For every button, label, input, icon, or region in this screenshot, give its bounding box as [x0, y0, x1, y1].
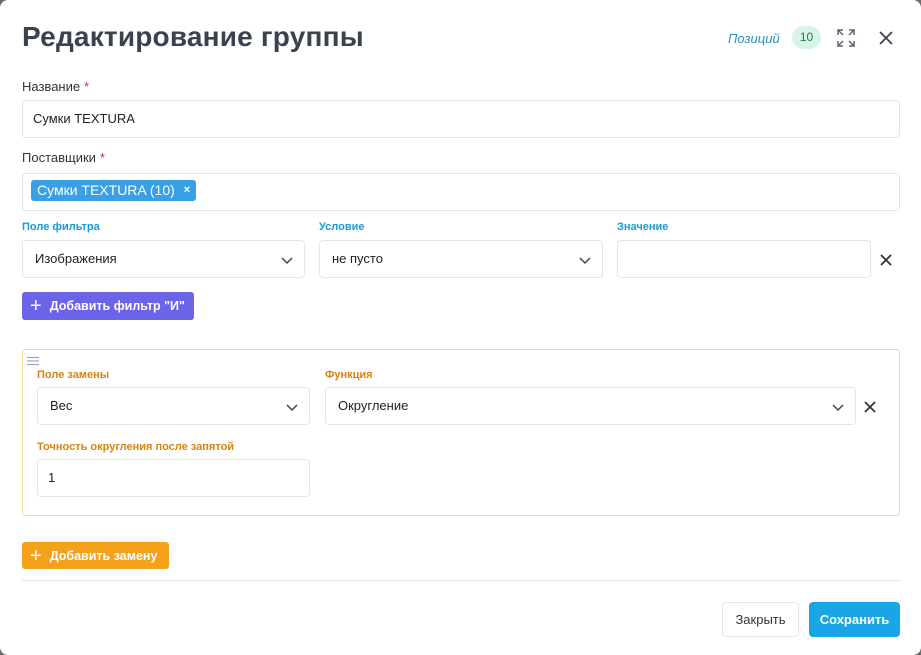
- filter-field-value: Изображения: [35, 251, 117, 266]
- replace-field-label: Поле замены: [37, 369, 110, 381]
- condition-select[interactable]: не пусто: [319, 240, 603, 278]
- positions-label: Позиций: [728, 31, 780, 46]
- required-mark: *: [84, 79, 90, 94]
- drag-handle-icon[interactable]: [27, 353, 39, 366]
- close-icon[interactable]: [876, 28, 896, 48]
- plus-icon: +: [30, 295, 42, 317]
- filter-value-input[interactable]: [617, 240, 871, 278]
- name-input[interactable]: Сумки TEXTURA: [22, 100, 900, 138]
- chevron-down-icon: [579, 257, 591, 265]
- precision-label: Точность округления после запятой: [37, 441, 235, 453]
- add-replacement-label: Добавить замену: [49, 548, 158, 563]
- positions-count-badge: 10: [792, 26, 821, 49]
- function-value: Округление: [338, 398, 409, 413]
- add-replacement-button[interactable]: + Добавить замену: [22, 542, 169, 569]
- supplier-tag: Сумки TEXTURA (10) ×: [31, 180, 197, 201]
- remove-filter-icon[interactable]: [878, 252, 894, 268]
- precision-input[interactable]: 1: [37, 459, 310, 497]
- required-mark: *: [99, 150, 105, 165]
- function-label: Функция: [325, 369, 373, 381]
- footer-divider: [22, 580, 900, 581]
- tag-remove-icon[interactable]: ×: [184, 180, 190, 201]
- name-label-text: Название: [22, 79, 81, 94]
- value-label: Значение: [617, 221, 669, 233]
- name-label: Название *: [22, 79, 89, 94]
- remove-replacement-icon[interactable]: [862, 399, 878, 415]
- condition-label: Условие: [319, 221, 365, 233]
- close-button[interactable]: Закрыть: [722, 602, 799, 637]
- edit-group-modal: Редактирование группы Позиций 10 Названи…: [0, 0, 921, 655]
- suppliers-label: Поставщики *: [22, 150, 105, 165]
- chevron-down-icon: [832, 404, 844, 412]
- suppliers-label-text: Поставщики: [22, 150, 96, 165]
- expand-icon[interactable]: [836, 28, 856, 48]
- condition-value: не пусто: [332, 251, 383, 266]
- supplier-tag-label: Сумки TEXTURA (10): [37, 182, 175, 198]
- chevron-down-icon: [281, 257, 293, 265]
- replace-field-select[interactable]: Вес: [37, 387, 310, 425]
- add-filter-button[interactable]: + Добавить фильтр "И": [22, 292, 194, 320]
- plus-icon: +: [30, 544, 42, 567]
- filter-field-select[interactable]: Изображения: [22, 240, 305, 278]
- add-filter-label: Добавить фильтр "И": [49, 299, 185, 313]
- replace-field-value: Вес: [50, 398, 73, 413]
- function-select[interactable]: Округление: [325, 387, 856, 425]
- save-button[interactable]: Сохранить: [809, 602, 900, 637]
- filter-field-label: Поле фильтра: [22, 221, 100, 233]
- chevron-down-icon: [286, 404, 298, 412]
- modal-title: Редактирование группы: [22, 21, 364, 52]
